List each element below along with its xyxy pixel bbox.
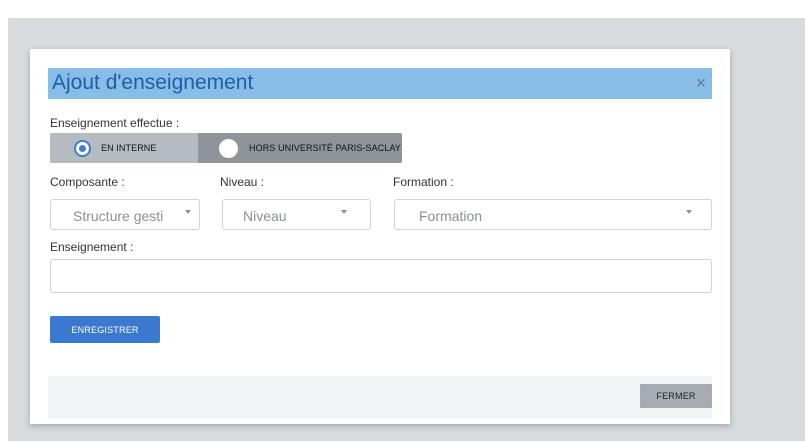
option-external[interactable]: HORS UNIVERSITÉ PARIS-SACLAY bbox=[198, 133, 402, 163]
background-page-strip bbox=[0, 0, 805, 18]
formation-label: Formation : bbox=[393, 175, 454, 189]
composante-select-value: Structure gesti bbox=[73, 208, 164, 224]
niveau-select[interactable]: Niveau bbox=[222, 199, 371, 230]
formation-select[interactable]: Formation bbox=[394, 199, 712, 230]
chevron-down-icon bbox=[686, 210, 692, 214]
option-internal[interactable]: EN INTERNE bbox=[50, 133, 198, 163]
option-external-label: HORS UNIVERSITÉ PARIS-SACLAY bbox=[249, 143, 401, 153]
close-icon[interactable]: × bbox=[690, 71, 712, 95]
radio-selected-icon bbox=[74, 139, 91, 157]
close-button[interactable]: FERMER bbox=[640, 384, 712, 408]
teaching-type-label: Enseignement effectue : bbox=[50, 116, 180, 130]
option-internal-label: EN INTERNE bbox=[101, 143, 157, 153]
dialog-title: Ajout d'enseignement bbox=[52, 71, 254, 94]
save-button[interactable]: ENREGISTRER bbox=[50, 316, 160, 343]
niveau-select-value: Niveau bbox=[243, 208, 287, 224]
enseignement-label: Enseignement : bbox=[50, 240, 134, 254]
teaching-type-toggle: EN INTERNE HORS UNIVERSITÉ PARIS-SACLAY bbox=[50, 133, 402, 163]
niveau-label: Niveau : bbox=[220, 175, 265, 189]
radio-unselected-icon bbox=[219, 138, 238, 158]
dialog-header: Ajout d'enseignement × bbox=[48, 68, 712, 99]
chevron-down-icon bbox=[341, 210, 347, 214]
formation-select-value: Formation bbox=[419, 208, 483, 224]
composante-label: Composante : bbox=[50, 175, 125, 189]
enseignement-input[interactable] bbox=[50, 259, 712, 293]
composante-select[interactable]: Structure gesti bbox=[50, 199, 200, 230]
add-teaching-dialog: Ajout d'enseignement × Enseignement effe… bbox=[30, 49, 730, 424]
chevron-down-icon bbox=[185, 210, 191, 214]
dialog-footer: FERMER bbox=[48, 376, 712, 418]
